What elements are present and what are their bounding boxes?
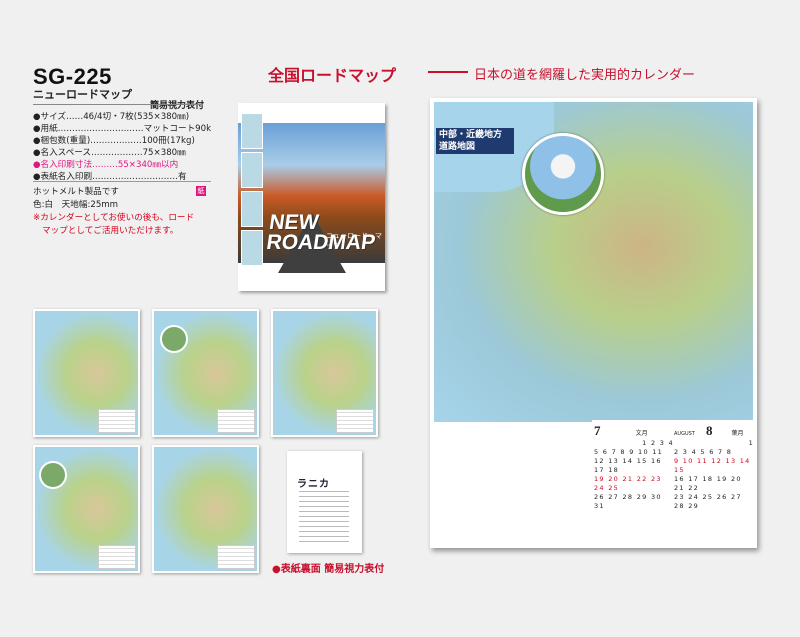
paper-badge: 紙 <box>196 186 206 196</box>
hotmelt-note: ホットメルト製品です <box>33 187 119 197</box>
month2-row: 1 <box>748 439 754 447</box>
spec-paper: ●用紙…………………………マットコート90kg <box>33 124 211 134</box>
big-map-page: 中部・近畿地方 道路地図 7 文月 1 2 3 4 5 6 7 8 9 10 1… <box>430 98 757 548</box>
map-region-title-line2: 道路地図 <box>439 142 476 152</box>
spec-packing: ●梱包数(重量)………………100冊(17kg) <box>33 136 195 146</box>
month1-number: 7 <box>594 423 601 438</box>
map-region-title: 中部・近畿地方 道路地図 <box>436 128 514 154</box>
usage-note-line1: ※カレンダーとしてお使いの後も、ロード <box>33 213 195 223</box>
spec-divider-top <box>33 104 203 105</box>
cover-brand-line1: NEW <box>267 211 321 234</box>
page-thumbnail <box>152 309 259 437</box>
month1-row: 26 27 28 29 30 31 <box>594 493 662 510</box>
month2-name: 葉月 <box>731 430 744 437</box>
product-name: ニューロードマップ <box>33 88 132 101</box>
eye-chart-caption: ●表紙裏面 簡易視力表付 <box>272 564 385 575</box>
spec-print-size: ●名入印刷寸法………55×340㎜以内 <box>33 160 179 170</box>
month1-name: 文月 <box>635 430 648 437</box>
spec-size: ●サイズ……46/4切・7枚(535×380㎜) <box>33 112 190 122</box>
castle-photo <box>522 133 604 215</box>
month2-row: 23 24 25 26 27 28 29 <box>674 493 742 510</box>
month2-row: 2 3 4 5 6 7 8 <box>674 448 733 456</box>
month2-label: AUGUST <box>674 431 695 437</box>
page-thumbnail <box>271 309 378 437</box>
month1-row: 12 13 14 15 16 17 18 <box>594 457 662 474</box>
eye-chart-title: ラニカ <box>297 479 330 490</box>
cover-image: 2026 CALENDAR NEW ROADMAP ニューロード・マップ <box>238 103 385 291</box>
month2-row: 9 10 11 12 13 14 15 <box>674 457 751 474</box>
page-thumbnail <box>33 445 140 573</box>
page-thumbnail <box>152 445 259 573</box>
usage-note-line2: マップとしてご活用いただけます。 <box>42 226 179 236</box>
month1-row: 19 20 21 22 23 24 25 <box>594 475 662 492</box>
cover-thumbnails <box>241 113 263 269</box>
cover-brand-jp: ニューロード・マップ <box>326 232 382 250</box>
month2-row: 16 17 18 19 20 21 22 <box>674 475 742 492</box>
month1-row: 1 2 3 4 <box>642 439 674 447</box>
month1-row: 5 6 7 8 9 10 11 <box>594 448 664 456</box>
spec-name-space: ●名入スペース………………75×380㎜ <box>33 148 186 158</box>
headline-title: 全国ロードマップ <box>268 66 397 85</box>
headline-dash <box>428 71 468 73</box>
month-july: 7 文月 1 2 3 4 5 6 7 8 9 10 11 12 13 14 15… <box>594 420 674 511</box>
month-calendar: 7 文月 1 2 3 4 5 6 7 8 9 10 11 12 13 14 15… <box>592 420 754 510</box>
page-thumbnail <box>33 309 140 437</box>
color-info: 色:白 天地幅:25mm <box>33 200 119 210</box>
month-august: AUGUST 8 葉月 1 2 3 4 5 6 7 8 9 10 11 12 1… <box>674 420 754 511</box>
eye-chart-rows <box>299 491 349 546</box>
cover-calendar-label: 2026 CALENDAR <box>286 117 342 124</box>
month2-number: 8 <box>705 423 713 438</box>
headline-subtitle: 日本の道を網羅した実用的カレンダー <box>474 68 696 83</box>
eye-chart-page: ラニカ <box>287 451 362 553</box>
spec-divider <box>33 181 211 182</box>
map-region-title-line1: 中部・近畿地方 <box>439 130 503 140</box>
